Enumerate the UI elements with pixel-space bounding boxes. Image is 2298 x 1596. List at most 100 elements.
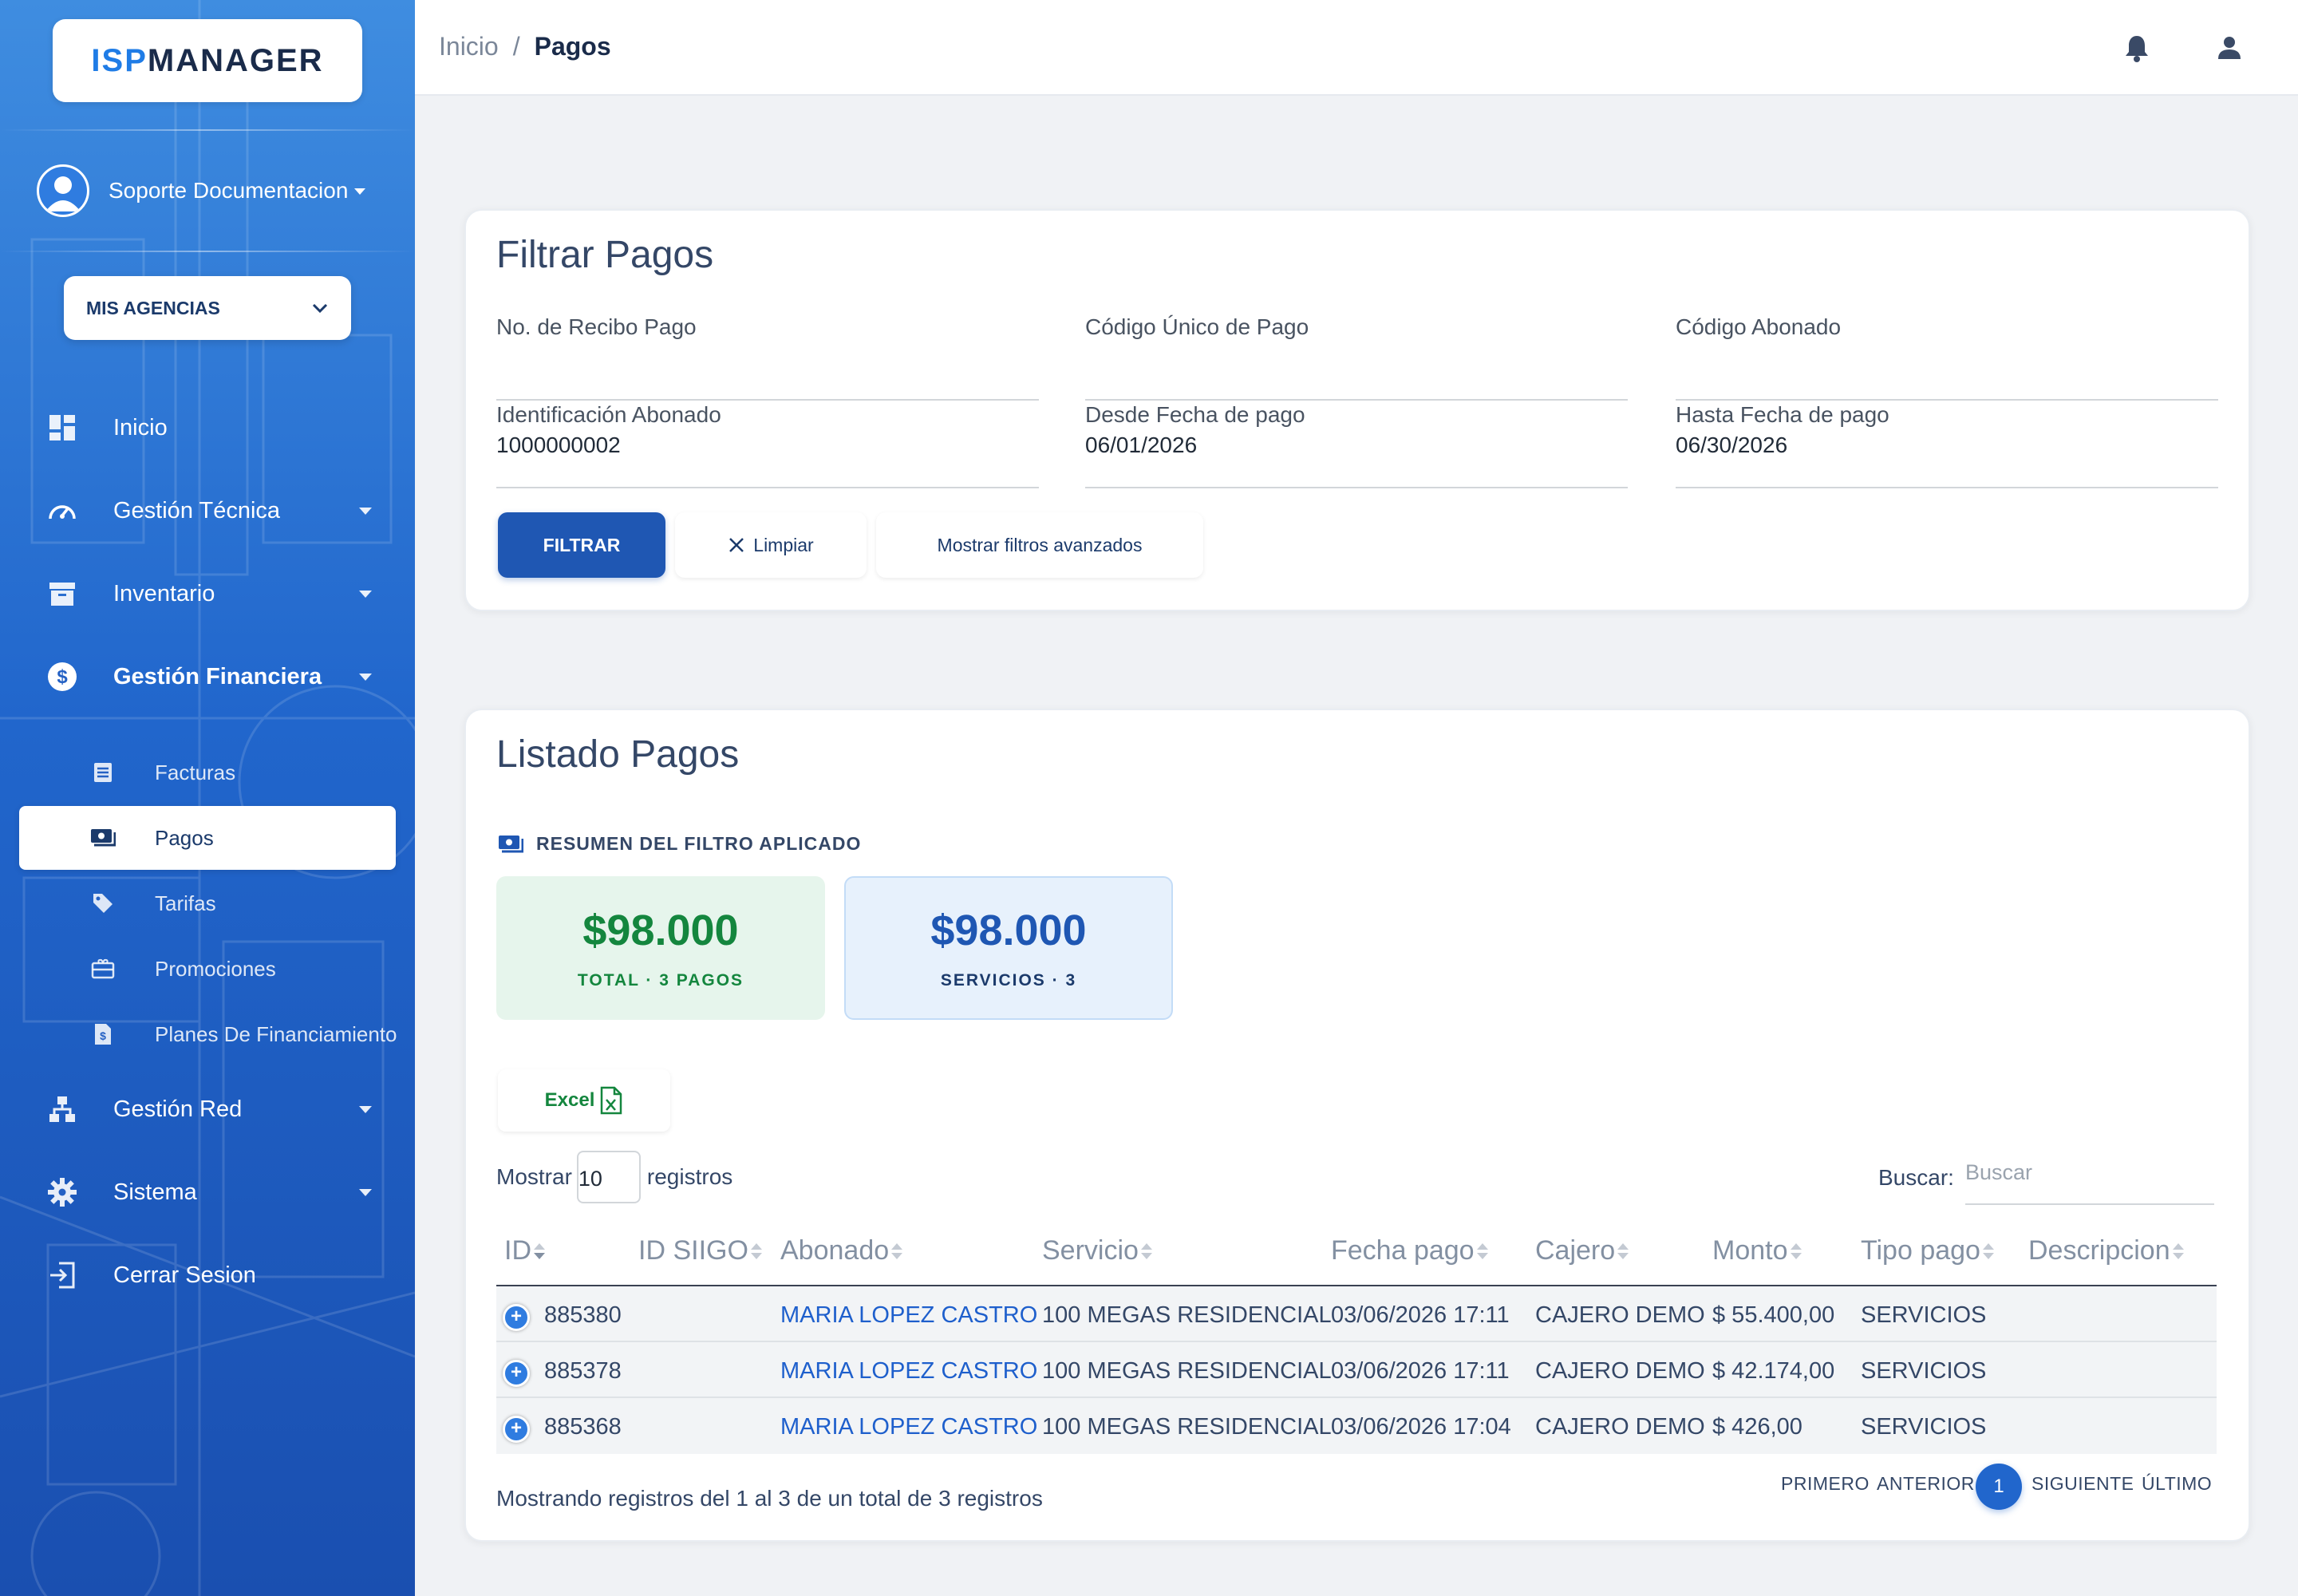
logo[interactable]: ISP MANAGER: [53, 19, 362, 102]
sidebar-item-label: Pagos: [155, 825, 214, 850]
column-header-tipo-pago[interactable]: Tipo pago: [1861, 1235, 1995, 1266]
cell-id: 885378: [544, 1358, 622, 1384]
summary-title: RESUMEN DEL FILTRO APLICADO: [536, 833, 862, 854]
cell-cajero: CAJERO DEMO: [1535, 1414, 1705, 1440]
breadcrumb-home[interactable]: Inicio: [439, 32, 499, 61]
breadcrumb-current: Pagos: [534, 32, 611, 61]
expand-row-icon[interactable]: +: [503, 1360, 530, 1387]
table-row[interactable]: + 885378 MARIA LOPEZ CASTRO 100 MEGAS RE…: [496, 1342, 2217, 1398]
sidebar: ISP MANAGER Soporte Documentacion MIS AGE…: [0, 0, 415, 1596]
field-value: 06/30/2026: [1676, 433, 1788, 457]
excel-export-button[interactable]: Excel: [498, 1069, 670, 1132]
sidebar-item-facturas[interactable]: Facturas: [89, 750, 401, 795]
search-control: Buscar: Buscar: [1878, 1160, 2214, 1205]
column-header-cajero[interactable]: Cajero: [1535, 1235, 1629, 1266]
stat-services-card: $98.000 SERVICIOS · 3: [844, 876, 1173, 1020]
pager-current-page[interactable]: 1: [1976, 1464, 2022, 1510]
column-header-monto[interactable]: Monto: [1712, 1235, 1802, 1266]
nav-item-sistema[interactable]: Sistema: [45, 1168, 372, 1216]
pager-last[interactable]: ÚLTIMO: [2142, 1473, 2212, 1495]
nav-item-inventario[interactable]: Inventario: [45, 570, 372, 618]
search-input[interactable]: Buscar: [1964, 1160, 2214, 1205]
column-header-servicio[interactable]: Servicio: [1042, 1235, 1153, 1266]
column-header-id-siigo[interactable]: ID SIIGO: [638, 1235, 763, 1266]
divider: [0, 129, 415, 131]
chevron-down-icon: [312, 303, 328, 314]
nav-item-cerrar-sesion[interactable]: Cerrar Sesion: [45, 1251, 372, 1299]
column-header-id[interactable]: ID: [504, 1235, 546, 1266]
cell-abonado-link[interactable]: MARIA LOPEZ CASTRO: [780, 1302, 1037, 1329]
table-row[interactable]: + 885380 MARIA LOPEZ CASTRO 100 MEGAS RE…: [496, 1286, 2217, 1342]
receipt-number-field[interactable]: No. de Recibo Pago: [496, 314, 1039, 401]
pager-next[interactable]: SIGUIENTE: [2031, 1473, 2134, 1495]
nav-item-inicio[interactable]: Inicio: [45, 404, 372, 452]
sidebar-background-pattern: [0, 0, 415, 1596]
breadcrumb-separator: /: [512, 32, 520, 61]
table-row[interactable]: + 885368 MARIA LOPEZ CASTRO 100 MEGAS RE…: [496, 1398, 2217, 1454]
caret-down-icon: [359, 1106, 372, 1113]
subscriber-id-field[interactable]: Identificación Abonado 1000000002: [496, 402, 1039, 488]
close-icon: [729, 538, 744, 552]
tag-icon: [89, 890, 116, 917]
expand-row-icon[interactable]: +: [503, 1416, 530, 1443]
cell-id: 885380: [544, 1302, 622, 1328]
field-label: Código Abonado: [1676, 314, 1842, 339]
list-title: Listado Pagos: [496, 733, 740, 776]
subscriber-code-field[interactable]: Código Abonado: [1676, 314, 2218, 401]
unique-payment-code-field[interactable]: Código Único de Pago: [1085, 314, 1628, 401]
column-header-fecha[interactable]: Fecha pago: [1331, 1235, 1489, 1266]
sidebar-item-planes[interactable]: $ Planes De Financiamiento: [89, 1012, 401, 1057]
cell-fecha: 03/06/2026 17:04: [1331, 1414, 1511, 1440]
column-header-label: ID: [504, 1235, 531, 1266]
cell-tipo-pago: SERVICIOS: [1861, 1414, 1987, 1440]
clear-button[interactable]: Limpiar: [675, 512, 867, 578]
user-avatar-icon: [39, 167, 87, 215]
sort-icon: [1790, 1242, 1802, 1261]
sort-icon: [1476, 1242, 1489, 1261]
sort-icon: [750, 1242, 763, 1261]
sidebar-item-label: Planes De Financiamiento: [155, 1021, 397, 1046]
agency-select[interactable]: MIS AGENCIAS: [64, 276, 351, 340]
field-value: 06/01/2026: [1085, 433, 1198, 457]
user-menu[interactable]: Soporte Documentacion: [37, 164, 380, 217]
pager-previous[interactable]: ANTERIOR: [1877, 1473, 1975, 1495]
nav-label: Gestión Técnica: [113, 497, 281, 523]
cell-abonado-link[interactable]: MARIA LOPEZ CASTRO: [780, 1358, 1037, 1385]
advanced-filters-button[interactable]: Mostrar filtros avanzados: [876, 512, 1203, 578]
sort-icon: [890, 1242, 903, 1261]
document-dollar-icon: $: [89, 1021, 116, 1048]
nav-item-gestion-financiera[interactable]: $ Gestión Financiera: [45, 653, 372, 701]
table-info: Mostrando registros del 1 al 3 de un tot…: [496, 1486, 1043, 1511]
svg-text:$: $: [100, 1029, 106, 1042]
date-to-field[interactable]: Hasta Fecha de pago 06/30/2026: [1676, 402, 2218, 488]
bell-icon[interactable]: [2119, 30, 2154, 65]
gift-card-icon: [89, 955, 116, 982]
dashboard-icon: [45, 410, 80, 445]
records-label: registros: [646, 1164, 733, 1189]
date-from-field[interactable]: Desde Fecha de pago 06/01/2026: [1085, 402, 1628, 488]
user-name: Soporte Documentacion: [109, 178, 349, 203]
cell-fecha: 03/06/2026 17:11: [1331, 1358, 1510, 1384]
sidebar-item-pagos[interactable]: Pagos: [89, 816, 401, 860]
column-header-descripcion[interactable]: Descripcion: [2028, 1235, 2185, 1266]
page-length-select[interactable]: 10: [576, 1151, 641, 1203]
pager-first[interactable]: PRIMERO: [1781, 1473, 1870, 1495]
column-header-label: Fecha pago: [1331, 1235, 1475, 1266]
sidebar-item-promociones[interactable]: Promociones: [89, 946, 401, 991]
nav-label: Gestión Red: [113, 1096, 243, 1122]
expand-row-icon[interactable]: +: [503, 1304, 530, 1331]
caret-down-icon: [359, 508, 372, 515]
filter-button[interactable]: FILTRAR: [498, 512, 665, 578]
nav-item-gestion-tecnica[interactable]: Gestión Técnica: [45, 487, 372, 535]
column-header-abonado[interactable]: Abonado: [780, 1235, 903, 1266]
nav-label: Sistema: [113, 1179, 197, 1205]
cell-fecha: 03/06/2026 17:11: [1331, 1302, 1510, 1328]
archive-icon: [45, 576, 80, 611]
user-icon[interactable]: [2212, 30, 2247, 65]
cell-tipo-pago: SERVICIOS: [1861, 1302, 1987, 1328]
sidebar-item-label: Tarifas: [155, 891, 216, 915]
cell-abonado-link[interactable]: MARIA LOPEZ CASTRO: [780, 1414, 1037, 1440]
nav-item-gestion-red[interactable]: Gestión Red: [45, 1085, 372, 1133]
caret-down-icon: [359, 591, 372, 598]
sidebar-item-tarifas[interactable]: Tarifas: [89, 881, 401, 926]
